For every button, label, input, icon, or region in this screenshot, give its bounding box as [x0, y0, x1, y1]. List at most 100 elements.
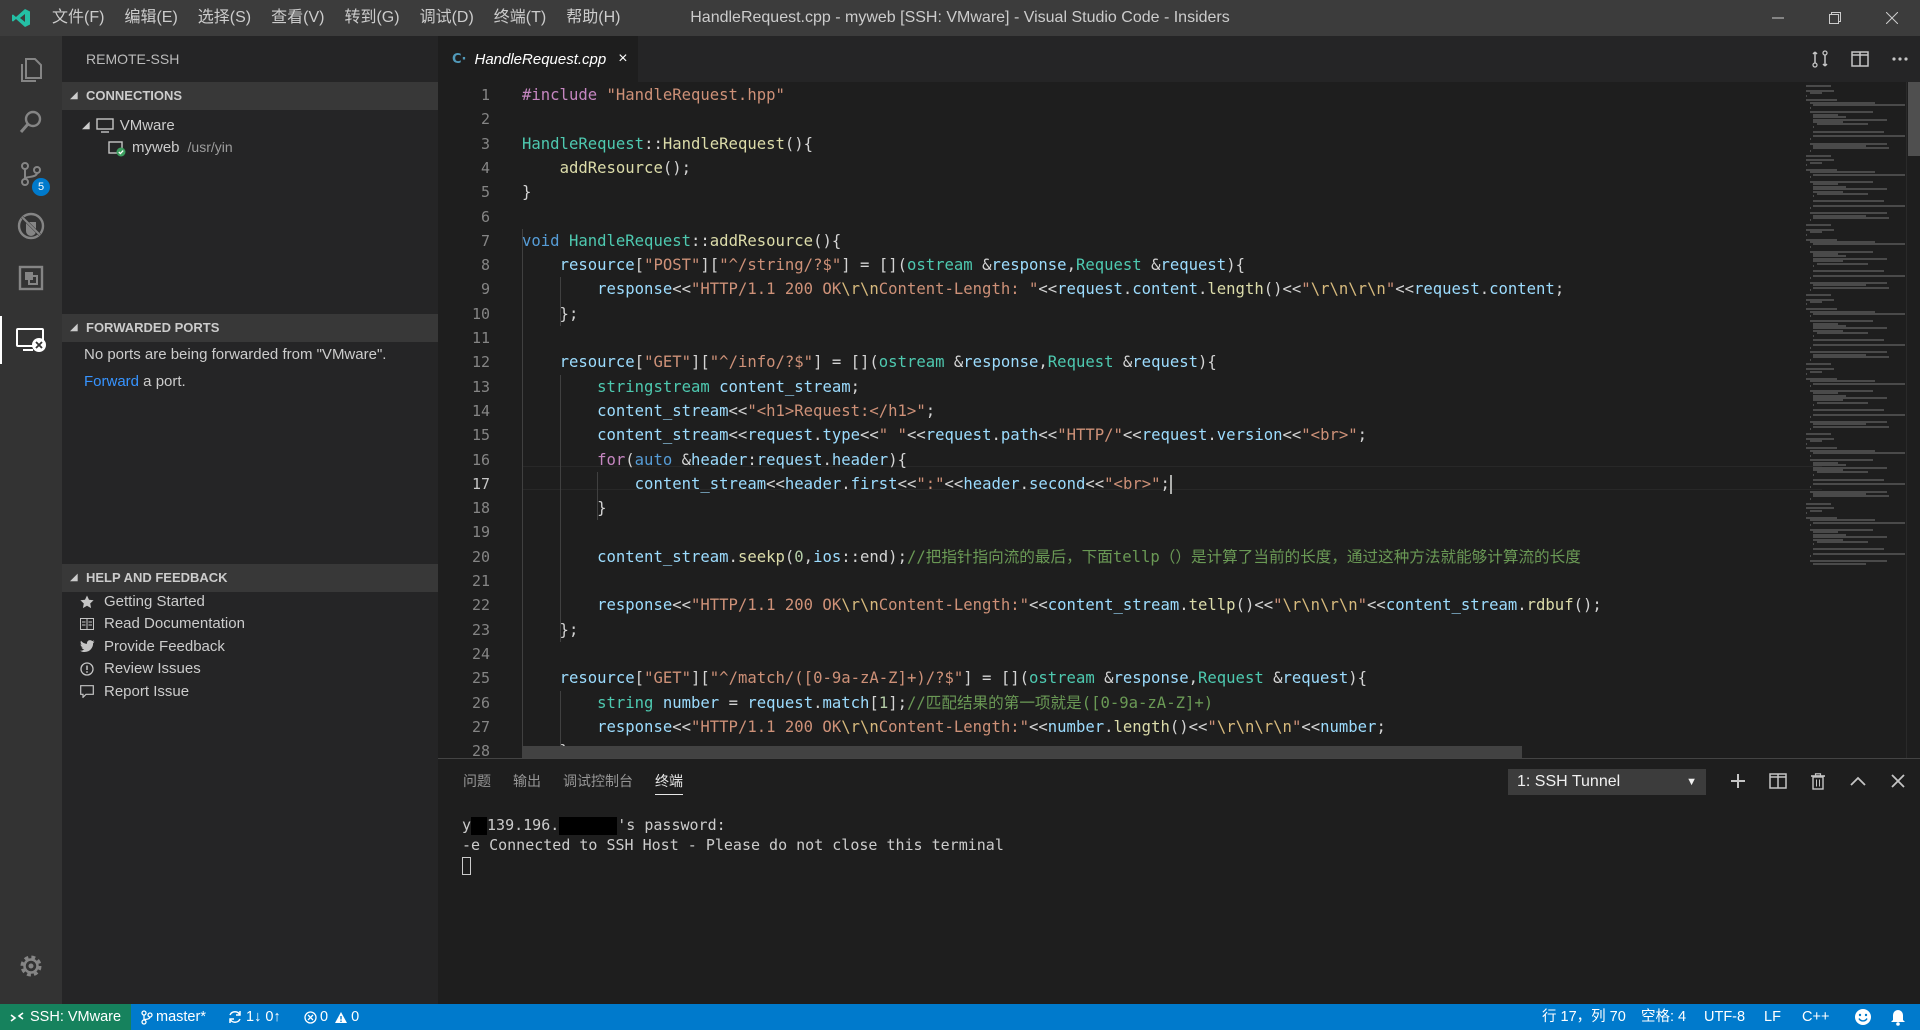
code-line[interactable]: content_stream<<request.type<<" "<<reque…: [522, 423, 1367, 447]
terminal-output[interactable]: y 139.196. 's password: -e Connected to SS…: [462, 815, 1004, 875]
scrollbar-thumb[interactable]: [1908, 82, 1920, 156]
debug-button[interactable]: [0, 198, 62, 254]
code-line[interactable]: response<<"HTTP/1.1 200 OK\r\nContent-Le…: [522, 593, 1602, 617]
terminal-select[interactable]: 1: SSH Tunnel ▼: [1508, 769, 1706, 795]
tab-terminal[interactable]: 终端: [644, 759, 694, 803]
chevron-down-icon: ▼: [1686, 776, 1697, 788]
code-line[interactable]: content_stream.seekp(0,ios::end);//把指针指向…: [522, 545, 1581, 569]
line-number: 26: [471, 693, 490, 712]
code-line[interactable]: HandleRequest::HandleRequest(){: [522, 132, 813, 156]
code-line[interactable]: #include "HandleRequest.hpp": [522, 83, 785, 107]
terminal-text: 139.196.: [487, 816, 560, 834]
code-line[interactable]: };: [522, 302, 579, 326]
source-control-button[interactable]: 5: [0, 146, 62, 202]
tab-problems[interactable]: 问题: [452, 759, 502, 803]
code-line[interactable]: addResource();: [522, 156, 691, 180]
sync-status[interactable]: 1↓ 0↑: [228, 1004, 281, 1030]
menu-item[interactable]: 转到(G): [334, 0, 409, 36]
tree-item-folder[interactable]: myweb /usr/yin: [62, 134, 438, 161]
minimap-line: [1813, 217, 1889, 219]
minimap-line: [1806, 512, 1807, 515]
close-tab-icon[interactable]: ×: [618, 50, 627, 68]
minimap-line: [1806, 293, 1832, 296]
help-item-report-issue[interactable]: Report Issue: [78, 678, 189, 705]
remote-explorer-button[interactable]: [0, 312, 62, 368]
code-line[interactable]: resource["POST"]["^/string/?$"] = [](ost…: [522, 253, 1245, 277]
more-actions-button[interactable]: [1880, 36, 1920, 82]
minimap-line: [1806, 94, 1807, 97]
tab-handlerequest-cpp[interactable]: C· HandleRequest.cpp ×: [438, 36, 638, 82]
chevron-down-icon: ◢: [70, 572, 78, 583]
tab-output[interactable]: 输出: [502, 759, 552, 803]
vertical-scrollbar[interactable]: [1906, 82, 1920, 758]
tab-debug-console[interactable]: 调试控制台: [552, 759, 644, 803]
scm-badge: 5: [32, 178, 50, 196]
minimize-button[interactable]: [1749, 0, 1806, 36]
code-line[interactable]: void HandleRequest::addResource(){: [522, 229, 841, 253]
code-line[interactable]: response<<"HTTP/1.1 200 OK\r\nContent-Le…: [522, 277, 1564, 301]
open-changes-button[interactable]: [1800, 36, 1840, 82]
cursor-position[interactable]: 行 17，列 70: [1542, 1004, 1626, 1030]
minimap-line: [1806, 502, 1832, 505]
branch-status[interactable]: master*: [141, 1004, 206, 1030]
folder-path: /usr/yin: [187, 139, 233, 155]
minimap-line: [1809, 416, 1812, 419]
remote-indicator[interactable]: SSH: VMware: [0, 1004, 132, 1030]
code-line[interactable]: }: [522, 180, 531, 204]
code-line[interactable]: response<<"HTTP/1.1 200 OK\r\nContent-Le…: [522, 715, 1386, 739]
kill-terminal-button[interactable]: [1798, 759, 1838, 803]
minimap-line: [1809, 485, 1812, 488]
code-line[interactable]: };: [522, 618, 579, 642]
extensions-button[interactable]: [0, 250, 62, 306]
line-number: 23: [471, 620, 490, 639]
maximize-panel-button[interactable]: [1838, 759, 1878, 803]
connections-section-header[interactable]: ◢ CONNECTIONS: [62, 82, 438, 110]
minimap-line: [1809, 370, 1823, 373]
code-line[interactable]: resource["GET"]["^/info/?$"] = [](ostrea…: [522, 350, 1217, 374]
code-editor[interactable]: 1 2 3 4 5 6 7 8 9 10 11 12 13 14 15 16 17 18 19 20 21 22 23 24 2…: [438, 82, 1920, 758]
title-bar: 文件(F) 编辑(E) 选择(S) 查看(V) 转到(G) 调试(D) 终端(T) 帮助(H)…: [0, 0, 1920, 36]
encoding-status[interactable]: UTF-8: [1704, 1004, 1745, 1030]
code-line[interactable]: content_stream<<header.first<<":"<<heade…: [522, 472, 1172, 496]
new-terminal-button[interactable]: [1718, 759, 1758, 803]
menu-item[interactable]: 终端(T): [484, 0, 556, 36]
eol-status[interactable]: LF: [1764, 1004, 1781, 1030]
warning-icon: [335, 1011, 348, 1023]
problems-status[interactable]: 0 0: [304, 1004, 359, 1030]
code-line[interactable]: for(auto &header:request.header){: [522, 448, 907, 472]
menu-item[interactable]: 调试(D): [410, 0, 484, 36]
code-line[interactable]: content_stream<<"<h1>Request:</h1>";: [522, 399, 935, 423]
search-button[interactable]: [0, 94, 62, 150]
book-icon: [78, 615, 96, 633]
menu-item[interactable]: 文件(F): [42, 0, 114, 36]
forward-port-link[interactable]: Forward: [84, 373, 139, 390]
close-window-button[interactable]: [1863, 0, 1920, 36]
manage-button[interactable]: [0, 938, 62, 994]
minimap[interactable]: [1806, 82, 1906, 758]
ellipsis-icon: [1892, 57, 1908, 61]
forwarded-ports-section-header[interactable]: ◢ FORWARDED PORTS: [62, 314, 438, 342]
debug-icon: [17, 212, 45, 240]
code-content[interactable]: #include "HandleRequest.hpp" HandleReques…: [522, 82, 1842, 758]
menu-item[interactable]: 编辑(E): [114, 0, 187, 36]
language-mode[interactable]: C++: [1802, 1004, 1829, 1030]
horizontal-scrollbar[interactable]: [522, 746, 1522, 758]
feedback-button[interactable]: [1854, 1004, 1872, 1030]
indentation-status[interactable]: 空格: 4: [1641, 1004, 1686, 1030]
code-line[interactable]: stringstream content_stream;: [522, 375, 860, 399]
code-line[interactable]: resource["GET"]["^/match/([0-9a-zA-Z]+)/…: [522, 666, 1367, 690]
warning-count: 0: [351, 1009, 360, 1025]
restore-button[interactable]: [1806, 0, 1863, 36]
notifications-button[interactable]: [1890, 1004, 1906, 1030]
explorer-button[interactable]: [0, 42, 62, 98]
menu-item[interactable]: 查看(V): [261, 0, 334, 36]
menu-item[interactable]: 选择(S): [188, 0, 261, 36]
code-line[interactable]: }: [522, 496, 606, 520]
minimap-line: [1816, 123, 1869, 126]
minimap-line: [1809, 524, 1812, 527]
split-terminal-button[interactable]: [1758, 759, 1798, 803]
split-editor-button[interactable]: [1840, 36, 1880, 82]
menu-item[interactable]: 帮助(H): [556, 0, 630, 36]
code-line[interactable]: string number = request.match[1];//匹配结果的…: [522, 691, 1213, 715]
close-panel-button[interactable]: [1878, 759, 1918, 803]
